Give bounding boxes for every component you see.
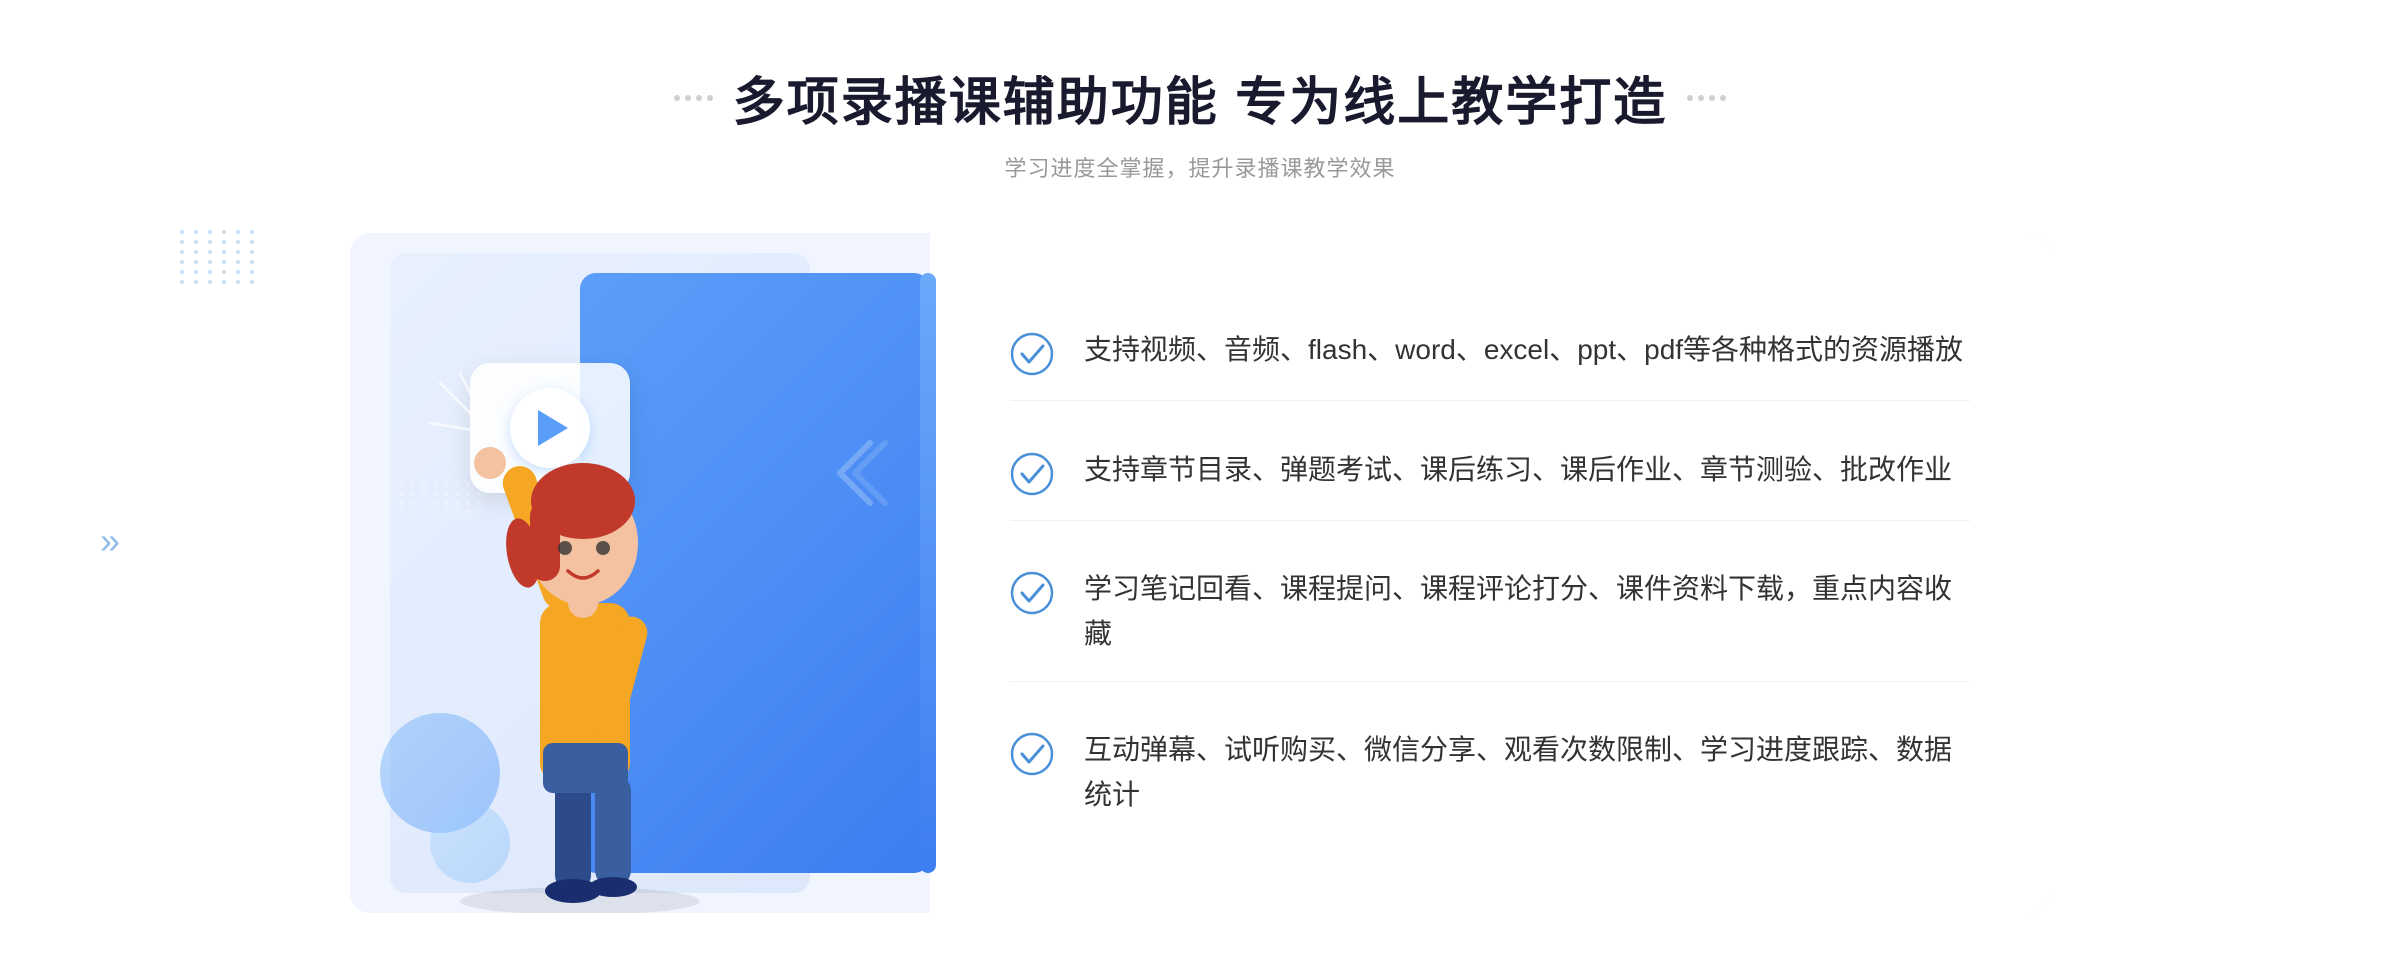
dots-decoration-left — [180, 230, 300, 350]
lines-decoration — [830, 433, 890, 518]
accent-bar — [920, 273, 936, 873]
feature-item-4: 互动弹幕、试听购买、微信分享、观看次数限制、学习进度跟踪、数据统计 — [1010, 704, 1970, 842]
decorator-left — [674, 95, 713, 101]
feature-item-2: 支持章节目录、弹题考试、课后练习、课后作业、章节测验、批改作业 — [1010, 424, 1970, 521]
feature-item-3: 学习笔记回看、课程提问、课程评论打分、课件资料下载，重点内容收藏 — [1010, 543, 1970, 682]
feature-text-3: 学习笔记回看、课程提问、课程评论打分、课件资料下载，重点内容收藏 — [1084, 567, 1970, 657]
check-icon-4 — [1010, 732, 1054, 776]
decorator-right — [1687, 95, 1726, 101]
feature-text-4: 互动弹幕、试听购买、微信分享、观看次数限制、学习进度跟踪、数据统计 — [1084, 728, 1970, 818]
page-container: » 多项录播课辅助功能 专为线上教学打造 学习进度全掌握，提升录播课教学效果 — [0, 0, 2400, 974]
feature-text-1: 支持视频、音频、flash、word、excel、ppt、pdf等各种格式的资源… — [1084, 328, 1963, 373]
feature-text-2: 支持章节目录、弹题考试、课后练习、课后作业、章节测验、批改作业 — [1084, 448, 1952, 493]
person-figure — [410, 353, 750, 913]
check-icon-2 — [1010, 452, 1054, 496]
chevron-left-icon: » — [100, 520, 120, 562]
subtitle: 学习进度全掌握，提升录播课教学效果 — [674, 151, 1726, 183]
features-panel: 支持视频、音频、flash、word、excel、ppt、pdf等各种格式的资源… — [930, 233, 2050, 913]
content-area: 支持视频、音频、flash、word、excel、ppt、pdf等各种格式的资源… — [350, 233, 2050, 913]
header-section: 多项录播课辅助功能 专为线上教学打造 学习进度全掌握，提升录播课教学效果 — [674, 60, 1726, 183]
main-title: 多项录播课辅助功能 专为线上教学打造 — [733, 60, 1667, 135]
check-icon-3 — [1010, 571, 1054, 615]
feature-item-1: 支持视频、音频、flash、word、excel、ppt、pdf等各种格式的资源… — [1010, 304, 1970, 401]
illustration-panel — [350, 233, 930, 913]
check-icon-1 — [1010, 332, 1054, 376]
header-decorators: 多项录播课辅助功能 专为线上教学打造 — [674, 60, 1726, 135]
